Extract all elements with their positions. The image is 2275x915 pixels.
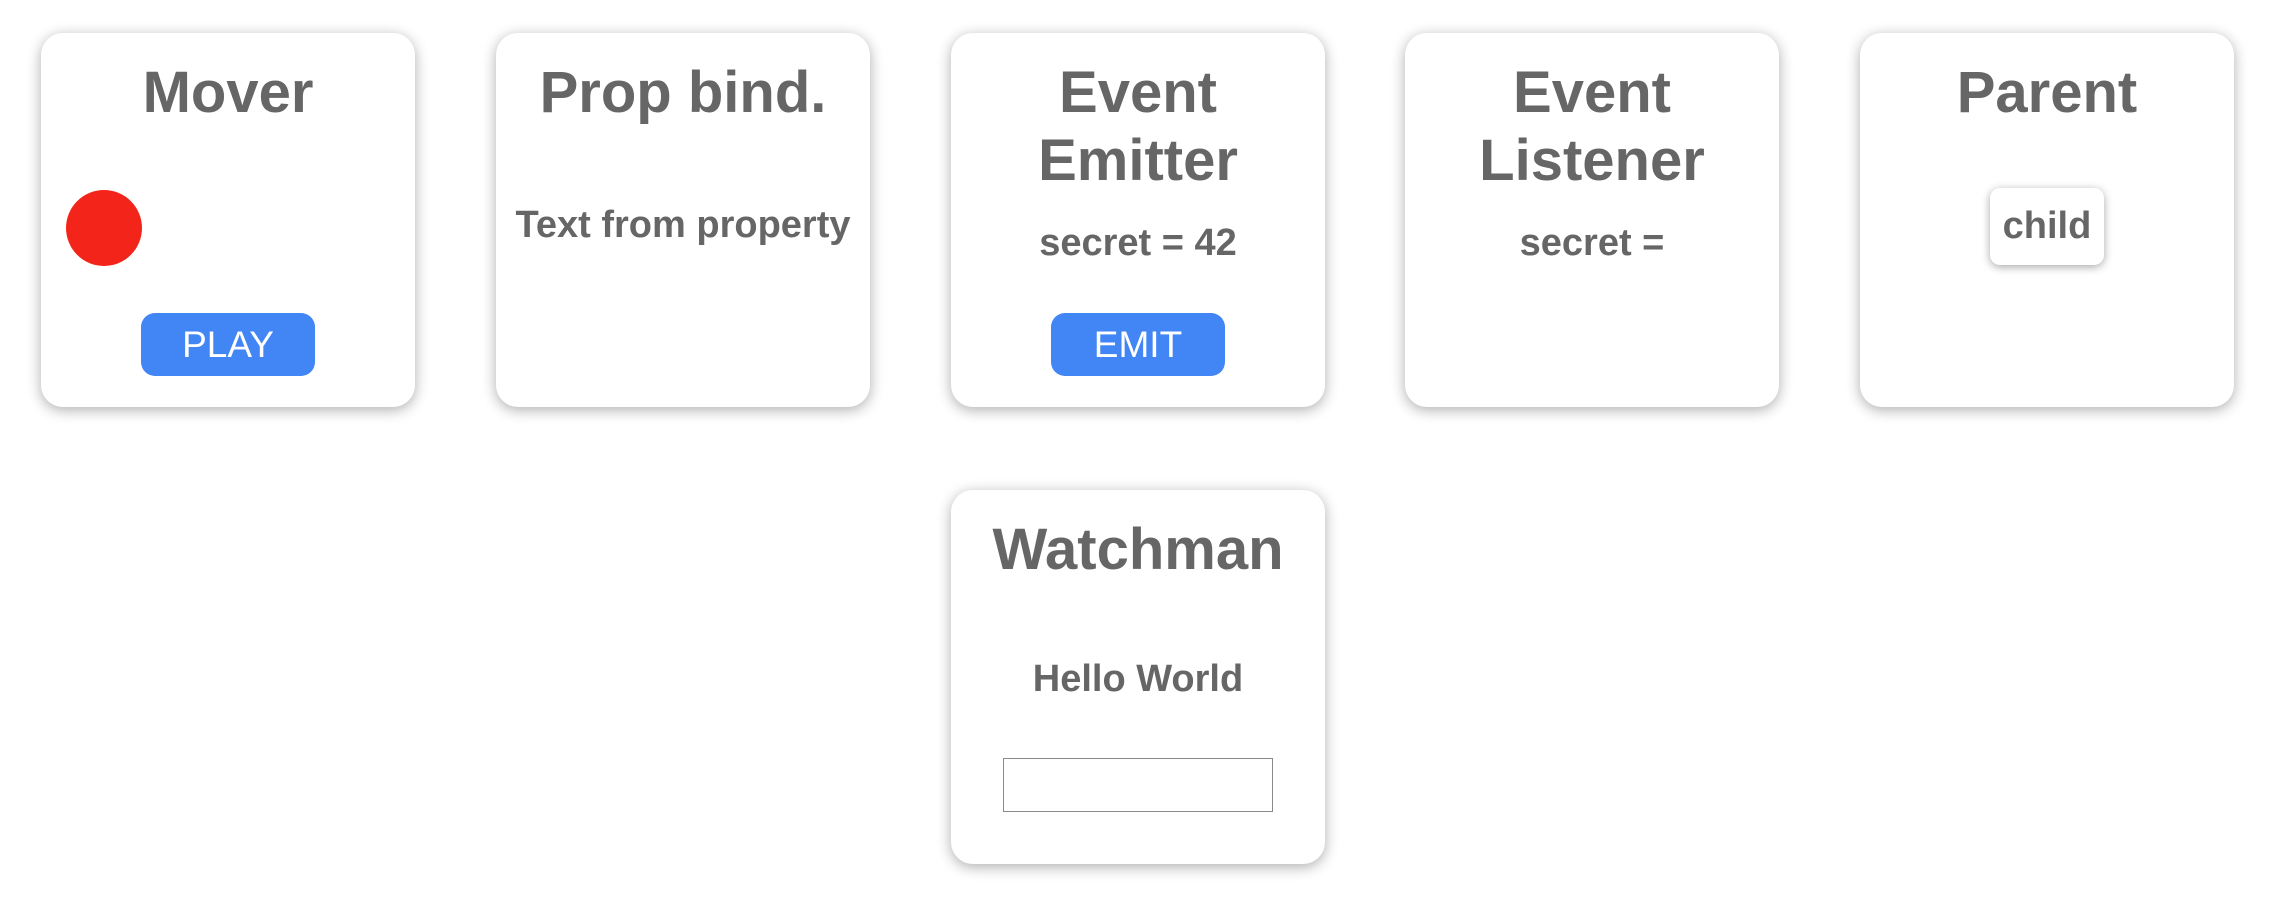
play-button[interactable]: PLAY (141, 313, 315, 376)
event-listener-card: Event Listener secret = (1405, 33, 1779, 407)
event-emitter-secret-text: secret = 42 (1039, 222, 1237, 264)
mover-title: Mover (142, 60, 314, 125)
event-emitter-title-line2: Emitter (1038, 128, 1238, 193)
event-emitter-card: Event Emitter secret = 42 EMIT (951, 33, 1325, 407)
mover-card: Mover PLAY (41, 33, 415, 407)
prop-binding-card: Prop bind. Text from property (496, 33, 870, 407)
event-listener-secret-text: secret = (1519, 222, 1665, 264)
child-component: child (1990, 188, 2104, 265)
parent-title: Parent (1956, 60, 2138, 125)
watchman-title: Watchman (992, 517, 1284, 582)
watchman-text: Hello World (1032, 658, 1244, 700)
event-emitter-title-line1: Event (1059, 60, 1217, 125)
event-emitter-title: Event Emitter (951, 59, 1325, 195)
prop-binding-text: Text from property (515, 204, 851, 246)
watchman-card: Watchman Hello World (951, 490, 1325, 864)
event-listener-title-line1: Event (1513, 60, 1671, 125)
mover-red-dot (66, 190, 142, 266)
event-listener-title: Event Listener (1405, 59, 1779, 195)
parent-card: Parent child (1860, 33, 2234, 407)
watchman-input[interactable] (1003, 758, 1273, 812)
prop-binding-title: Prop bind. (539, 60, 827, 125)
event-listener-title-line2: Listener (1479, 128, 1705, 193)
emit-button[interactable]: EMIT (1051, 313, 1225, 376)
